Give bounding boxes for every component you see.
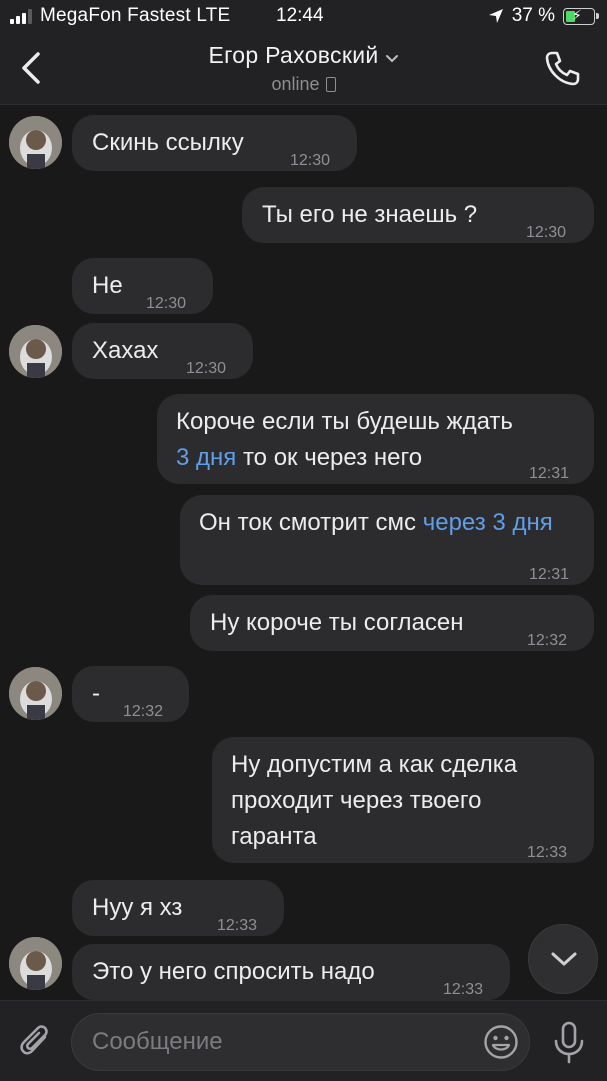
- message-outgoing[interactable]: Ну допустим а как сделка проходит через …: [212, 737, 594, 863]
- emoji-button[interactable]: [483, 1024, 519, 1060]
- signal-icon: [10, 8, 32, 24]
- attach-button[interactable]: [18, 1023, 54, 1061]
- contact-status: online: [271, 74, 320, 95]
- contact-avatar[interactable]: [9, 667, 62, 720]
- contact-avatar[interactable]: [9, 937, 62, 990]
- message-text: Не: [92, 272, 123, 299]
- message-outgoing[interactable]: Ну короче ты согласен 12:32: [190, 595, 594, 651]
- smile-icon: [484, 1025, 518, 1059]
- status-bar: MegaFon Fastest LTE 12:44 37 % ⚡: [0, 0, 607, 34]
- message-input[interactable]: Сообщение: [71, 1013, 530, 1071]
- carrier-label: MegaFon Fastest LTE: [40, 5, 231, 26]
- message-text: Ну короче ты согласен: [210, 609, 464, 636]
- message-text: Скинь ссылку: [92, 129, 244, 156]
- message-text: -: [92, 680, 100, 707]
- location-arrow-icon: [488, 9, 503, 23]
- composer-bar: Сообщение: [0, 1000, 607, 1081]
- message-time: 12:30: [526, 224, 567, 241]
- contact-avatar[interactable]: [9, 116, 62, 169]
- contact-title[interactable]: Егор Раховский online: [0, 42, 607, 95]
- message-incoming[interactable]: Скинь ссылку 12:30: [72, 115, 357, 171]
- message-incoming[interactable]: Это у него спросить надо 12:33: [72, 944, 510, 1000]
- battery-icon: ⚡: [563, 7, 599, 25]
- message-text: Короче если ты будешь ждать 3 дня то ок …: [176, 408, 513, 471]
- message-time: 12:31: [529, 566, 570, 583]
- message-outgoing[interactable]: Короче если ты будешь ждать 3 дня то ок …: [157, 394, 594, 484]
- mobile-device-icon: [325, 77, 336, 93]
- message-text: Хахах: [92, 337, 159, 364]
- message-incoming[interactable]: - 12:32: [72, 666, 189, 722]
- battery-percent: 37 %: [511, 5, 555, 26]
- clock: 12:44: [276, 5, 324, 26]
- message-incoming[interactable]: Не 12:30: [72, 258, 213, 314]
- message-text: Нуу я хз: [92, 894, 183, 921]
- call-button[interactable]: [543, 48, 583, 88]
- message-time: 12:30: [290, 152, 331, 169]
- contact-name: Егор Раховский: [208, 42, 379, 68]
- message-outgoing[interactable]: Ты его не знаешь ? 12:30: [242, 187, 594, 243]
- message-link[interactable]: через 3 дня: [423, 509, 553, 536]
- message-text: Это у него спросить надо: [92, 958, 375, 985]
- phone-icon: [545, 51, 580, 86]
- message-link[interactable]: 3 дня: [176, 444, 236, 471]
- message-time: 12:30: [186, 360, 227, 377]
- message-text: Ну допустим а как сделка проходит через …: [231, 751, 518, 850]
- chat-header: Егор Раховский online: [0, 34, 607, 105]
- message-time: 12:30: [146, 295, 187, 312]
- paperclip-icon: [20, 1025, 48, 1055]
- message-incoming[interactable]: Хахах 12:30: [72, 323, 253, 379]
- message-outgoing[interactable]: Он ток смотрит смс через 3 дня 12:31: [180, 495, 594, 585]
- message-incoming[interactable]: Нуу я хз 12:33: [72, 880, 284, 936]
- message-text: Он ток смотрит смс через 3 дня: [199, 509, 553, 536]
- message-time: 12:33: [217, 917, 258, 934]
- message-time: 12:33: [527, 844, 568, 861]
- microphone-icon: [554, 1021, 584, 1064]
- message-time: 12:31: [529, 465, 570, 482]
- message-time: 12:32: [123, 703, 164, 720]
- message-text: Ты его не знаешь ?: [262, 201, 478, 228]
- message-input-placeholder: Сообщение: [92, 1028, 223, 1055]
- scroll-to-bottom-button[interactable]: [528, 924, 598, 994]
- message-time: 12:32: [527, 632, 568, 649]
- chevron-down-icon: [385, 43, 399, 70]
- voice-record-button[interactable]: [552, 1021, 586, 1065]
- chevron-down-icon: [551, 952, 577, 966]
- contact-avatar[interactable]: [9, 325, 62, 378]
